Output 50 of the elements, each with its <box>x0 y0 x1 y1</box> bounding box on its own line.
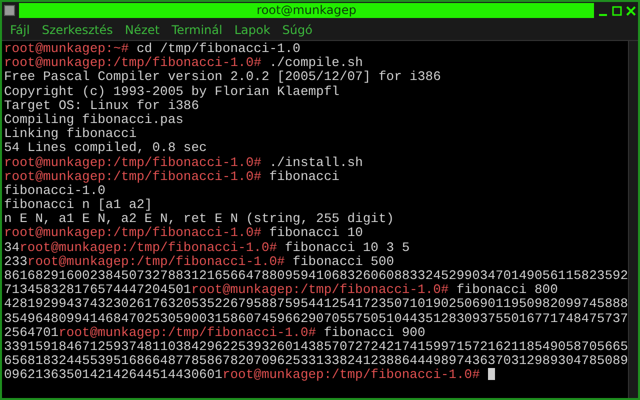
window-menu-icon[interactable] <box>4 5 15 16</box>
menu-item[interactable]: Szerkesztés <box>42 22 113 36</box>
output-text: 54 Lines compiled, 0.8 sec <box>4 140 207 156</box>
prompt-text: root@munkagep:/tmp/fibonacci-1.0# <box>4 225 262 240</box>
output-text: fibonacci n [a1 a2] <box>4 197 152 212</box>
output-text: 35496480994146847025305900315860745966290705575051044351283093755016771748475737 <box>4 310 628 326</box>
output-text: fibonacci <box>268 168 340 184</box>
output-text: 86168291600238450732788312165664788095941068326060883324529903470149056115823592 <box>4 268 628 283</box>
output-text: 34 <box>4 240 20 255</box>
output-text: n E N, a1 E N, a2 E N, ret E N (string, 255 digit) <box>4 211 394 226</box>
menu-item[interactable]: Nézet <box>124 22 160 36</box>
output-text: 0962136350142142644514430601 <box>4 367 222 382</box>
output-text: Free Pascal Compiler version 2.0.2 [2005/12/07] for i386 <box>4 69 441 84</box>
prompt-text: root@munkagep:/tmp/fibonacci-1.0# <box>191 282 449 298</box>
output-text: fibonacci 10 3 5 <box>284 240 410 255</box>
scrollbar[interactable] <box>628 41 638 398</box>
output-text: fibonacci-1.0 <box>4 182 106 198</box>
output-text: 233 <box>4 254 28 269</box>
menu-item[interactable]: Lapok <box>234 22 270 36</box>
prompt-text: root@munkagep:/tmp/fibonacci-1.0# <box>222 367 480 382</box>
output-text: 2564701 <box>4 324 59 340</box>
output-text: 65681832445539516866487785867820709625331338241238864449897436370312989304785089 <box>4 353 628 368</box>
output-text: fibonacci 800 <box>455 282 558 298</box>
prompt-text: root@munkagep:/tmp/fibonacci-1.0# <box>4 55 262 70</box>
output-text: ./compile.sh <box>268 55 363 70</box>
output-text: ./install.sh <box>268 154 363 170</box>
close-icon[interactable] <box>626 6 636 16</box>
output-text: Compiling fibonacci.pas <box>4 112 184 127</box>
prompt-text: root@munkagep:~# <box>4 41 129 56</box>
output-text: fibonacci 900 <box>322 324 426 340</box>
menu-item[interactable]: Fájl <box>10 22 30 36</box>
output-text: 33915918467125937481103842962253932601438570727242174159971572162118549058705665 <box>4 338 628 354</box>
output-text: cd /tmp/fibonacci-1.0 <box>136 41 300 56</box>
prompt-text: root@munkagep:/tmp/fibonacci-1.0# <box>20 240 278 255</box>
cursor-block <box>488 368 495 380</box>
prompt-text: root@munkagep:/tmp/fibonacci-1.0# <box>4 168 262 184</box>
prompt-text: root@munkagep:/tmp/fibonacci-1.0# <box>58 324 316 340</box>
output-text: 713458328176574447204501 <box>4 282 192 298</box>
output-text: fibonacci 500 <box>292 254 394 269</box>
output-text: fibonacci 10 <box>268 225 363 240</box>
output-text: 42819299437432302617632053522679588759544125417235071019025069011950982099745888 <box>4 296 628 312</box>
output-text: Copyright (c) 1993-2005 by Florian Klaempfl <box>4 84 340 99</box>
prompt-text: root@munkagep:/tmp/fibonacci-1.0# <box>4 154 262 170</box>
output-text: Target OS: Linux for i386 <box>4 98 200 113</box>
menu-item[interactable]: Terminál <box>172 22 222 36</box>
window-title: root@munkagep <box>19 3 594 18</box>
output-text: Linking fibonacci <box>4 126 137 142</box>
menu-item[interactable]: Súgó <box>282 22 312 36</box>
maximize-icon[interactable] <box>612 6 622 16</box>
prompt-text: root@munkagep:/tmp/fibonacci-1.0# <box>27 254 285 269</box>
